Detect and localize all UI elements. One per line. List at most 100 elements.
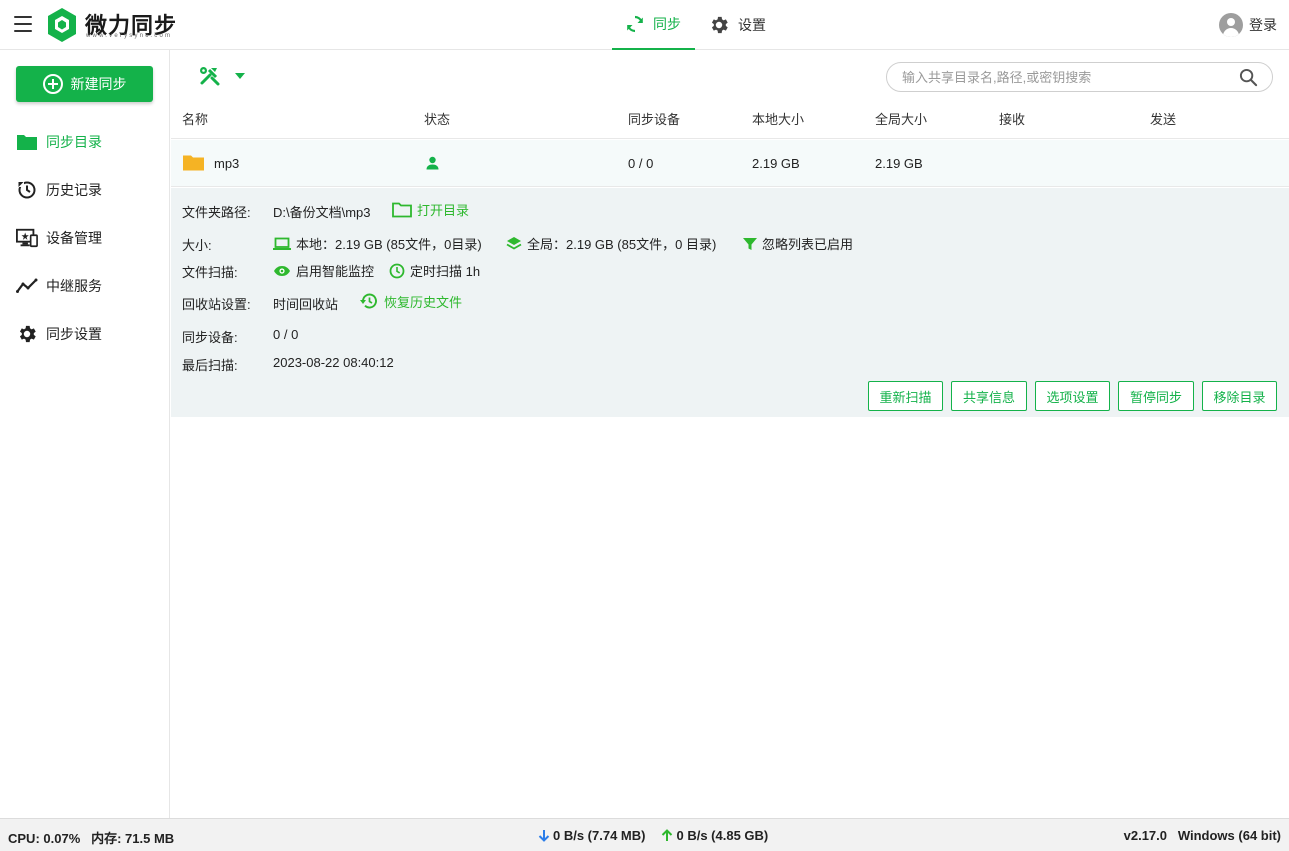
upload-rate: 0 B/s (4.85 GB)	[676, 828, 769, 843]
cpu-usage: CPU: 0.07%	[8, 831, 81, 846]
last-scan-value: 2023-08-22 08:40:12	[273, 355, 394, 370]
folder-icon	[183, 155, 204, 171]
sidebar-item-label: 同步目录	[46, 134, 102, 150]
download-arrow-icon	[538, 830, 550, 842]
rescan-button[interactable]: 重新扫描	[868, 381, 943, 411]
restore-history-label: 恢复历史文件	[384, 294, 463, 310]
main-content: 名称 状态 同步设备 本地大小 全局大小 接收 发送 mp3 0 / 0 2.1…	[171, 50, 1289, 818]
clock-icon	[389, 263, 405, 278]
top-bar: 微力同步 www.verysync.com 同步 设置 登录	[0, 0, 1289, 50]
smart-monitor-text: 启用智能监控	[296, 264, 375, 279]
app-logo	[48, 8, 76, 42]
login-button[interactable]: 登录	[1219, 13, 1277, 37]
filter-icon	[743, 237, 757, 250]
pause-sync-button[interactable]: 暂停同步	[1118, 381, 1194, 411]
user-icon	[426, 156, 439, 170]
open-directory-link[interactable]: 打开目录	[392, 200, 469, 219]
table-header: 名称 状态 同步设备 本地大小 全局大小 接收 发送	[171, 102, 1289, 139]
timed-scan-info: 定时扫描 1h	[389, 261, 480, 280]
avatar-icon	[1219, 13, 1243, 37]
last-scan-label: 最后扫描:	[182, 358, 238, 373]
ignore-list-info: 忽略列表已启用	[743, 234, 853, 253]
sync-devices-value: 0 / 0	[273, 327, 299, 342]
options-button[interactable]: 选项设置	[1035, 381, 1110, 411]
transfer-rates: 0 B/s (7.74 MB) 0 B/s (4.85 GB)	[538, 828, 768, 843]
local-size-info: 本地：2.19 GB (85文件，0目录)	[273, 234, 482, 253]
sidebar-item-label: 同步设置	[46, 326, 102, 342]
sidebar-item-label: 中继服务	[46, 278, 102, 294]
layers-icon	[506, 237, 522, 250]
table-row[interactable]: mp3 0 / 0 2.19 GB 2.19 GB	[171, 140, 1289, 187]
row-local-size: 2.19 GB	[752, 156, 800, 171]
column-header-send[interactable]: 发送	[1150, 109, 1176, 128]
share-info-button[interactable]: 共享信息	[951, 381, 1027, 411]
search-input[interactable]	[902, 63, 1242, 91]
scan-label: 文件扫描:	[182, 265, 238, 280]
status-bar: CPU: 0.07% 内存: 71.5 MB 0 B/s (7.74 MB) 0…	[0, 818, 1289, 851]
download-rate: 0 B/s (7.74 MB)	[553, 828, 646, 843]
monitor-icon	[16, 227, 38, 249]
column-header-receive[interactable]: 接收	[999, 109, 1025, 128]
folder-icon	[16, 131, 38, 153]
row-devices: 0 / 0	[628, 156, 654, 171]
sidebar-item-devices[interactable]: 设备管理	[16, 226, 156, 250]
caret-down-icon	[235, 73, 245, 79]
row-folder-name: mp3	[214, 156, 240, 171]
os-info: Windows (64 bit)	[1177, 828, 1281, 843]
sidebar-item-history[interactable]: 历史记录	[16, 178, 156, 202]
login-label: 登录	[1249, 17, 1277, 33]
sidebar-item-relay[interactable]: 中继服务	[16, 274, 156, 298]
sync-devices-label: 同步设备:	[182, 330, 238, 345]
tools-icon	[200, 67, 220, 86]
smart-monitor-info: 启用智能监控	[273, 261, 374, 280]
remove-folder-button[interactable]: 移除目录	[1202, 381, 1277, 411]
hamburger-menu-icon[interactable]	[14, 16, 32, 32]
path-value: D:\备份文档\mp3	[273, 205, 371, 220]
ignore-list-text: 忽略列表已启用	[762, 237, 854, 252]
version-info: v2.17.0 Windows (64 bit)	[1124, 828, 1281, 843]
memory-usage: 内存: 71.5 MB	[91, 831, 175, 846]
global-size-text: 全局：2.19 GB (85文件，0 目录)	[527, 237, 717, 252]
sidebar-item-sync-folders[interactable]: 同步目录	[16, 130, 156, 154]
tools-dropdown-button[interactable]	[199, 66, 245, 86]
new-sync-label: 新建同步	[70, 76, 127, 92]
path-label: 文件夹路径:	[182, 205, 251, 220]
gear-icon	[711, 16, 728, 34]
app-version: v2.17.0	[1123, 828, 1167, 843]
system-usage: CPU: 0.07% 内存: 71.5 MB	[8, 828, 174, 847]
column-header-name[interactable]: 名称	[182, 109, 208, 128]
column-header-global-size[interactable]: 全局大小	[875, 109, 927, 128]
sidebar: 新建同步 同步目录 历史记录 设备管理 中继服务 同步设置	[0, 50, 170, 818]
laptop-icon	[273, 237, 291, 250]
recycle-label: 回收站设置:	[182, 297, 251, 312]
relay-chart-icon	[16, 275, 38, 297]
history-icon	[16, 179, 38, 201]
sidebar-item-label: 设备管理	[46, 230, 102, 246]
sidebar-item-label: 历史记录	[46, 182, 102, 198]
brand-domain: www.verysync.com	[86, 33, 173, 39]
size-label: 大小:	[182, 238, 212, 253]
sidebar-item-sync-settings[interactable]: 同步设置	[16, 322, 156, 346]
new-sync-button[interactable]: 新建同步	[16, 66, 153, 102]
folder-open-icon	[392, 202, 412, 217]
open-directory-label: 打开目录	[417, 203, 470, 218]
column-header-status[interactable]: 状态	[424, 109, 450, 128]
timed-scan-text: 定时扫描 1h	[410, 264, 481, 279]
tab-settings[interactable]: 设置	[708, 0, 778, 50]
tab-settings-label: 设置	[738, 17, 766, 33]
history-icon	[360, 293, 377, 309]
folder-detail-panel: 文件夹路径: D:\备份文档\mp3 打开目录 大小: 本地：2.19 GB (…	[171, 188, 1289, 417]
upload-arrow-icon	[662, 829, 673, 841]
local-size-text: 本地：2.19 GB (85文件，0目录)	[296, 237, 482, 252]
recycle-value: 时间回收站	[273, 297, 339, 312]
column-header-local-size[interactable]: 本地大小	[752, 109, 804, 128]
restore-history-link[interactable]: 恢复历史文件	[359, 291, 462, 311]
tab-sync[interactable]: 同步	[612, 0, 695, 50]
column-header-devices[interactable]: 同步设备	[628, 109, 680, 128]
global-size-info: 全局：2.19 GB (85文件，0 目录)	[506, 234, 716, 253]
tab-sync-label: 同步	[653, 16, 681, 32]
search-icon[interactable]	[1239, 68, 1258, 87]
plus-circle-icon	[42, 74, 63, 94]
sync-icon	[627, 15, 643, 33]
search-box	[886, 62, 1273, 92]
